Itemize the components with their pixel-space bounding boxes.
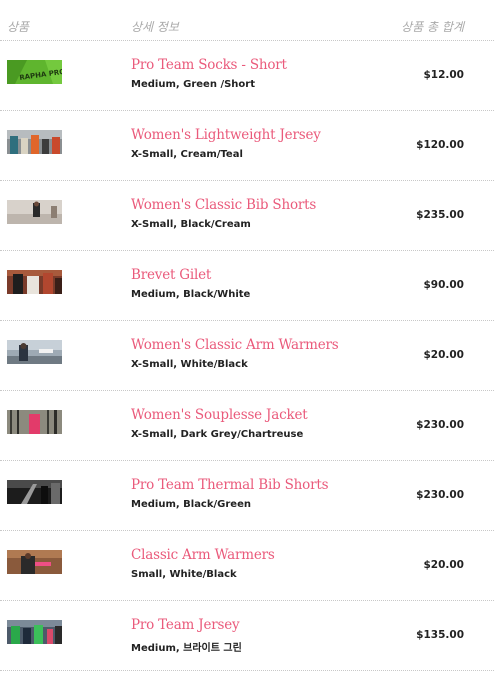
product-thumbnail-brevet-gilet[interactable] — [7, 270, 62, 294]
cart-item-row: Pro Team Jersey Medium, 브라이트 그린 $135.00 — [0, 601, 494, 671]
product-name-link[interactable]: Pro Team Socks - Short — [131, 57, 287, 73]
product-price: $20.00 — [423, 559, 464, 571]
product-variant: Medium, Black/Green — [131, 499, 251, 510]
product-thumbnail-classic-bib-shorts[interactable] — [7, 200, 62, 224]
product-name-link[interactable]: Pro Team Thermal Bib Shorts — [131, 477, 328, 493]
product-thumbnail-souplesse-jacket[interactable] — [7, 410, 62, 434]
product-price: $235.00 — [416, 209, 464, 221]
cart-items-list: RAPHA PRO Pro Team Socks - Short Medium,… — [0, 41, 494, 671]
cart-item-row: Women's Classic Arm Warmers X-Small, Whi… — [0, 321, 494, 391]
header-detail: 상세 정보 — [131, 20, 179, 34]
product-variant: Medium, Black/White — [131, 289, 251, 300]
product-name-link[interactable]: Women's Lightweight Jersey — [131, 127, 321, 143]
product-thumbnail-thermal-bib-shorts[interactable] — [7, 480, 62, 504]
product-name-link[interactable]: Women's Souplesse Jacket — [131, 407, 308, 423]
product-price: $12.00 — [423, 69, 464, 81]
product-variant: X-Small, Cream/Teal — [131, 149, 243, 160]
cart-table-header: 상품 상세 정보 상품 총 합계 — [0, 0, 494, 41]
product-variant: X-Small, Black/Cream — [131, 219, 251, 230]
cart-item-row: Brevet Gilet Medium, Black/White $90.00 — [0, 251, 494, 321]
cart-item-row: Women's Lightweight Jersey X-Small, Crea… — [0, 111, 494, 181]
product-variant: Medium, 브라이트 그린 — [131, 643, 242, 654]
cart-item-row: Classic Arm Warmers Small, White/Black $… — [0, 531, 494, 601]
cart-page: 상품 상세 정보 상품 총 합계 RAPHA PRO Pro Team Sock… — [0, 0, 494, 674]
product-variant: X-Small, White/Black — [131, 359, 248, 370]
product-variant: X-Small, Dark Grey/Chartreuse — [131, 429, 304, 440]
product-price: $120.00 — [416, 139, 464, 151]
product-price: $20.00 — [423, 349, 464, 361]
product-thumbnail-classic-arm-warmers[interactable] — [7, 550, 62, 574]
header-total: 상품 총 합계 — [401, 20, 464, 34]
product-name-link[interactable]: Women's Classic Bib Shorts — [131, 197, 316, 213]
header-product: 상품 — [7, 20, 30, 34]
product-thumbnail-socks[interactable]: RAPHA PRO — [7, 60, 62, 84]
product-name-link[interactable]: Pro Team Jersey — [131, 617, 240, 633]
cart-item-row: Women's Souplesse Jacket X-Small, Dark G… — [0, 391, 494, 461]
cart-item-row: Women's Classic Bib Shorts X-Small, Blac… — [0, 181, 494, 251]
product-name-link[interactable]: Classic Arm Warmers — [131, 547, 275, 563]
cart-item-row: Pro Team Thermal Bib Shorts Medium, Blac… — [0, 461, 494, 531]
product-price: $90.00 — [423, 279, 464, 291]
product-thumbnail-pro-team-jersey[interactable] — [7, 620, 62, 644]
product-variant: Medium, Green /Short — [131, 79, 255, 90]
product-name-link[interactable]: Brevet Gilet — [131, 267, 211, 283]
product-price: $230.00 — [416, 419, 464, 431]
product-name-link[interactable]: Women's Classic Arm Warmers — [131, 337, 339, 353]
product-price: $230.00 — [416, 489, 464, 501]
product-price: $135.00 — [416, 629, 464, 641]
product-variant: Small, White/Black — [131, 569, 237, 580]
product-thumbnail-classic-arm-warmers-women[interactable] — [7, 340, 62, 364]
cart-item-row: RAPHA PRO Pro Team Socks - Short Medium,… — [0, 41, 494, 111]
product-thumbnail-lightweight-jersey[interactable] — [7, 130, 62, 154]
